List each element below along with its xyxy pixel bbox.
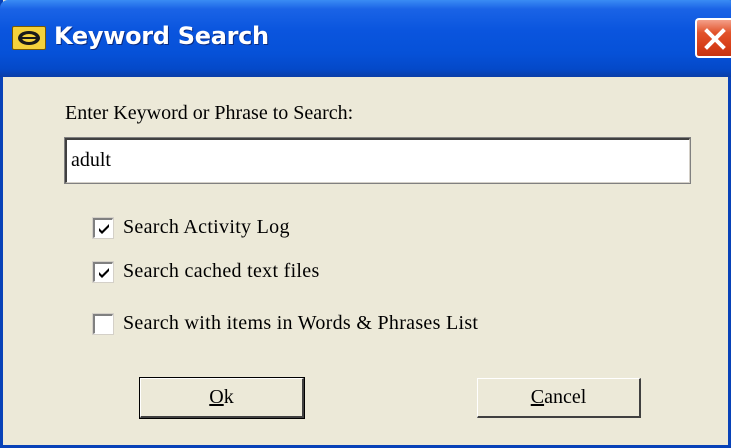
window-title: Keyword Search <box>54 22 269 50</box>
close-button[interactable] <box>695 18 731 58</box>
cancel-mnemonic: C <box>530 386 545 408</box>
keyword-input[interactable]: adult <box>64 137 691 184</box>
search-words-phrases-checkbox[interactable] <box>92 313 114 335</box>
search-activity-log-label: Search Activity Log <box>123 216 290 238</box>
search-words-phrases-label: Search with items in Words & Phrases Lis… <box>123 312 479 334</box>
search-cached-text-checkbox[interactable] <box>92 261 114 283</box>
title-bar[interactable]: Keyword Search <box>0 0 731 77</box>
ok-button[interactable]: Ok <box>139 377 305 419</box>
keyword-prompt-label: Enter Keyword or Phrase to Search: <box>65 102 354 124</box>
checkmark-icon <box>99 224 109 234</box>
checkmark-icon <box>99 268 109 278</box>
cancel-button[interactable]: Cancel <box>477 378 641 418</box>
keyword-search-dialog: Keyword Search Enter Keyword or Phrase t… <box>0 0 731 448</box>
cancel-label-rest: ancel <box>544 386 587 408</box>
ok-label-rest: k <box>223 386 234 408</box>
search-cached-text-label: Search cached text files <box>123 260 320 282</box>
app-icon <box>12 26 46 50</box>
search-activity-log-checkbox[interactable] <box>92 217 114 239</box>
close-icon <box>704 28 726 50</box>
ok-mnemonic: O <box>209 386 224 408</box>
